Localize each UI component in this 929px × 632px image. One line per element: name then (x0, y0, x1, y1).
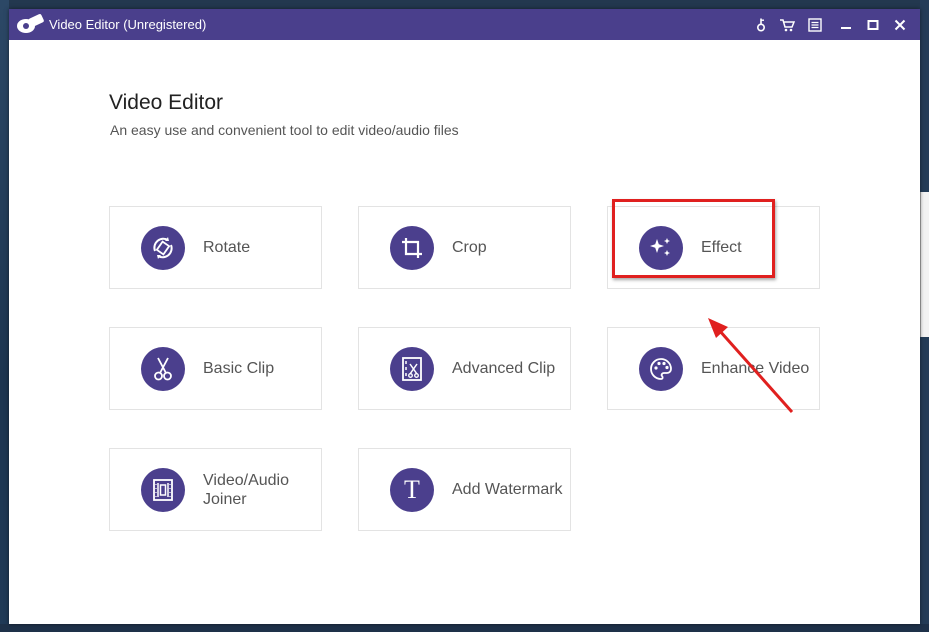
maximize-icon[interactable] (862, 14, 884, 36)
desktop-left-edge (0, 0, 9, 632)
desktop-right-edge (920, 0, 929, 632)
joiner-icon (141, 468, 185, 512)
minimize-icon[interactable] (835, 14, 857, 36)
tool-label: Advanced Clip (452, 360, 556, 377)
tool-label: Video/Audio Joiner (203, 471, 289, 508)
key-icon[interactable] (750, 14, 772, 36)
rotate-icon (141, 226, 185, 270)
app-logo-icon (17, 14, 44, 33)
page-title: Video Editor (109, 91, 224, 114)
tool-label: Enhance Video (701, 360, 810, 377)
scissors-icon (141, 347, 185, 391)
close-icon[interactable] (889, 14, 911, 36)
text-t-icon: T (390, 468, 434, 512)
sparkle-icon (639, 226, 683, 270)
app-window: Video Editor (Unregistered) Video Editor… (9, 9, 920, 624)
tool-label: Effect (701, 239, 742, 256)
tool-effect-button[interactable]: Effect (607, 206, 820, 289)
tool-label: Rotate (203, 239, 251, 256)
tool-advanced-clip-button[interactable]: Advanced Clip (358, 327, 571, 410)
window-title: Video Editor (Unregistered) (49, 17, 207, 32)
tool-label: Basic Clip (203, 360, 275, 377)
palette-icon (639, 347, 683, 391)
background-window-edge (920, 192, 929, 337)
crop-icon (390, 226, 434, 270)
menu-icon[interactable] (804, 14, 826, 36)
tool-joiner-button[interactable]: Video/Audio Joiner (109, 448, 322, 531)
tool-basic-clip-button[interactable]: Basic Clip (109, 327, 322, 410)
desktop-bottom-edge (0, 624, 929, 632)
page-subtitle: An easy use and convenient tool to edit … (110, 122, 459, 138)
tool-label: Crop (452, 239, 487, 256)
title-bar[interactable]: Video Editor (Unregistered) (9, 9, 920, 40)
tool-crop-button[interactable]: Crop (358, 206, 571, 289)
cart-icon[interactable] (776, 14, 798, 36)
tool-add-watermark-button[interactable]: T Add Watermark (358, 448, 571, 531)
advanced-clip-icon (390, 347, 434, 391)
tool-rotate-button[interactable]: Rotate (109, 206, 322, 289)
tool-label: Add Watermark (452, 481, 563, 498)
tool-enhance-video-button[interactable]: Enhance Video (607, 327, 820, 410)
